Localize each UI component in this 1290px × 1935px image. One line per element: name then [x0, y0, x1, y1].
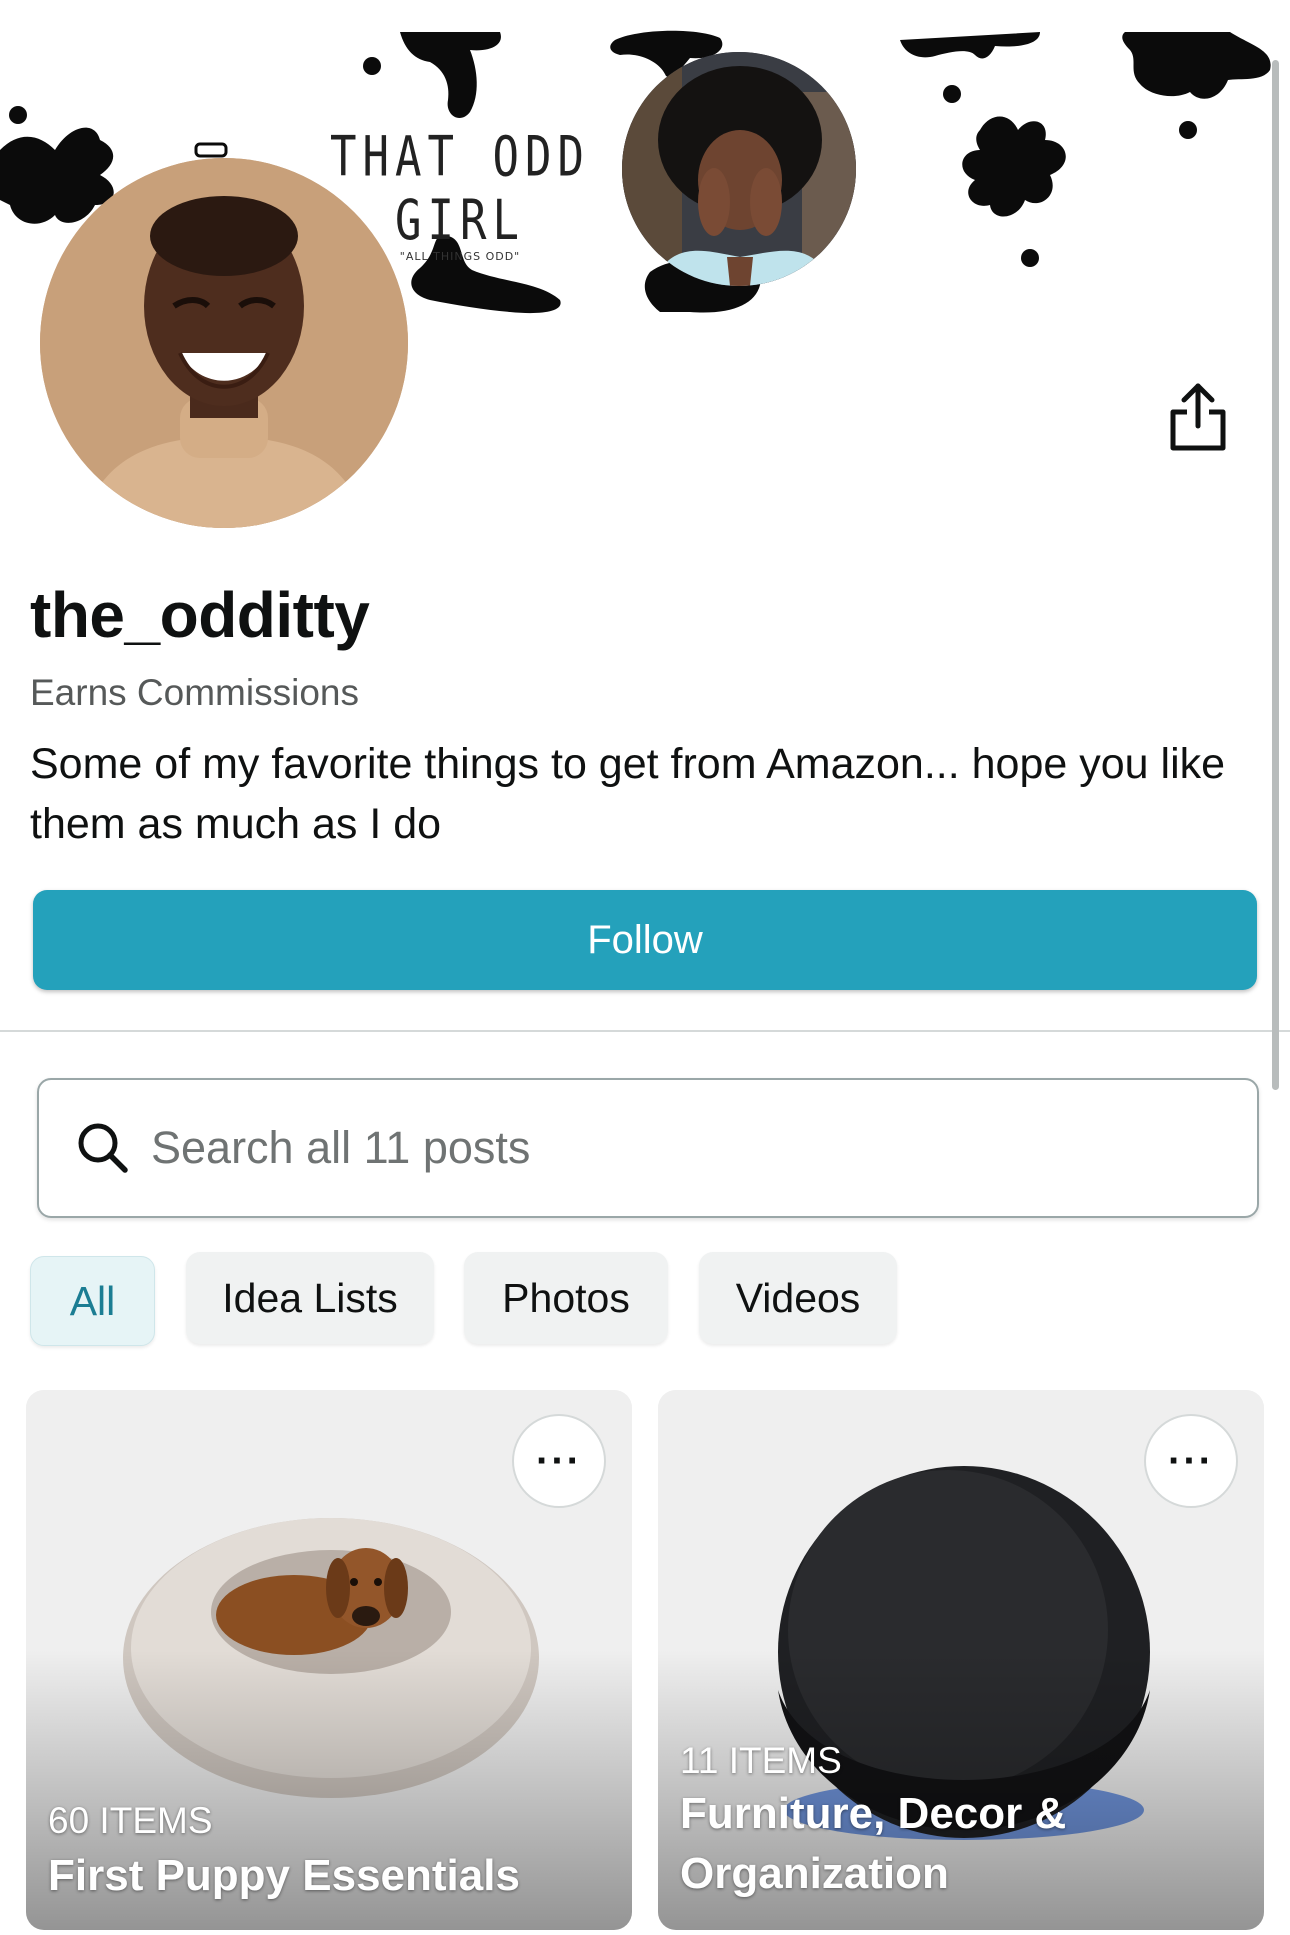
more-options-icon: ··· [1168, 1438, 1214, 1483]
more-options-button[interactable]: ··· [1144, 1414, 1238, 1508]
follow-button[interactable]: Follow [33, 890, 1257, 990]
filter-chip-idea-lists[interactable]: Idea Lists [186, 1252, 434, 1344]
profile-avatar [40, 158, 408, 528]
profile-username: the_odditty [30, 579, 370, 651]
scrollbar[interactable] [1272, 60, 1279, 1090]
filter-chip-label: Idea Lists [222, 1274, 398, 1321]
card-item-count: 11 ITEMS [680, 1740, 842, 1781]
filter-chip-all[interactable]: All [30, 1256, 155, 1346]
idea-list-card[interactable]: ··· 11 ITEMS Furniture, Decor & Organiza… [658, 1390, 1264, 1930]
card-title: First Puppy Essentials [48, 1851, 520, 1900]
earns-commissions-badge: Earns Commissions [30, 672, 359, 713]
filter-chip-photos[interactable]: Photos [464, 1252, 668, 1344]
filter-chip-label: Videos [735, 1274, 861, 1321]
search-input[interactable]: Search all 11 posts [37, 1078, 1259, 1218]
card-title: Furniture, Decor & Organization [680, 1789, 1067, 1898]
profile-bio: Some of my favorite things to get from A… [30, 740, 1226, 848]
card-item-count: 60 ITEMS [48, 1800, 213, 1841]
share-button[interactable] [1162, 378, 1234, 458]
filter-chip-label: Photos [502, 1274, 630, 1321]
idea-list-card[interactable]: ··· 60 ITEMS First Puppy Essentials [26, 1390, 632, 1930]
filter-chip-label: All [69, 1277, 116, 1324]
search-placeholder: Search all 11 posts [151, 1122, 531, 1173]
share-icon [1170, 383, 1226, 451]
more-options-icon: ··· [536, 1438, 582, 1483]
search-icon [78, 1123, 128, 1173]
banner-photo [622, 52, 856, 286]
section-divider [0, 1030, 1290, 1032]
filter-chip-videos[interactable]: Videos [699, 1252, 897, 1344]
more-options-button[interactable]: ··· [512, 1414, 606, 1508]
